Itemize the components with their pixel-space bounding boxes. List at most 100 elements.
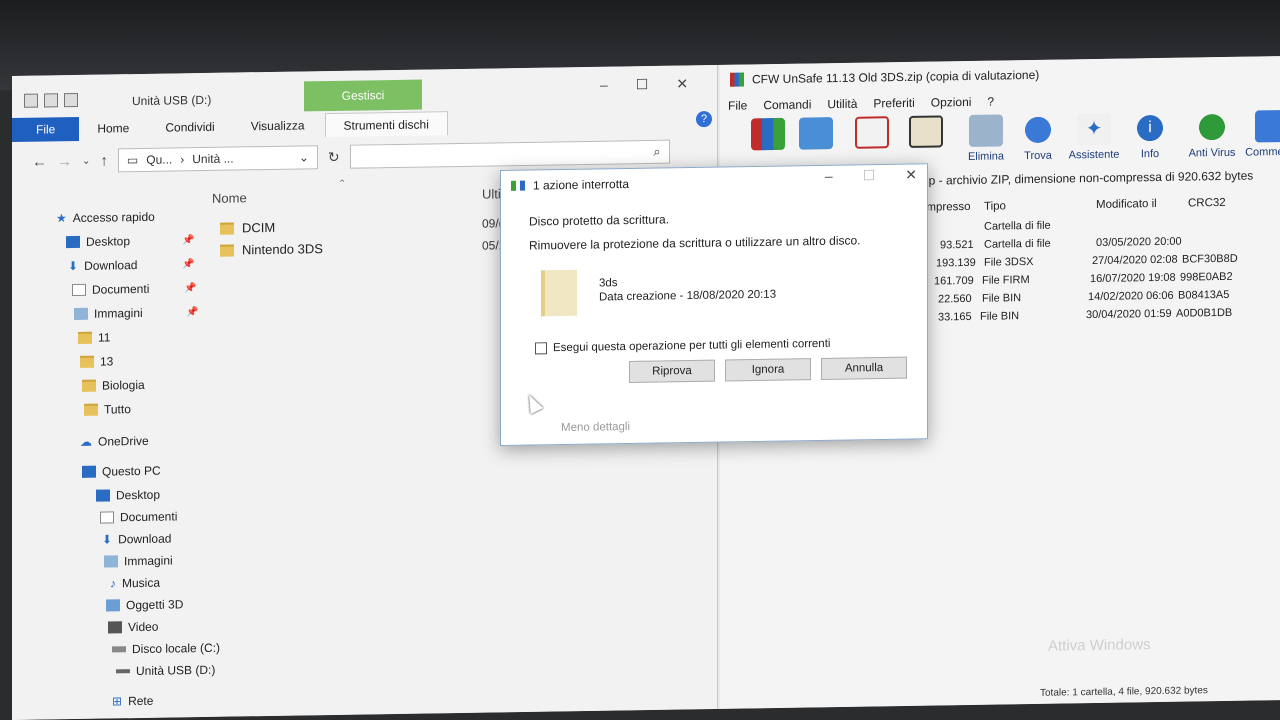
test-button[interactable] xyxy=(842,116,902,153)
item-name: 3ds xyxy=(599,277,618,290)
sidebar-item-musica[interactable]: ♪ Musica xyxy=(110,576,160,591)
tab-gestisci[interactable]: Gestisci xyxy=(304,79,422,112)
tab-file[interactable]: File xyxy=(12,116,80,142)
sidebar-item-11[interactable]: 11 xyxy=(78,330,110,345)
winrar-titlebar: CFW UnSafe 11.13 Old 3DS.zip (copia di v… xyxy=(730,68,1039,87)
pin-icon[interactable]: 📌 xyxy=(186,307,198,318)
sidebar-item-onedrive[interactable]: ☁ OneDrive xyxy=(80,434,149,449)
address-bar[interactable]: ▭ Qu... › Unità ... ⌄ xyxy=(117,145,318,173)
item-date: Data creazione - 18/08/2020 20:13 xyxy=(599,288,777,304)
activation-watermark: Attiva Windows xyxy=(1048,636,1151,655)
pictures-icon xyxy=(104,555,118,568)
menu-opzioni[interactable]: Opzioni xyxy=(931,95,972,110)
sidebar-item-unita-usb[interactable]: Unità USB (D:) xyxy=(116,663,215,679)
checkbox-icon[interactable] xyxy=(535,342,547,355)
up-arrow-icon[interactable]: ↑ xyxy=(100,152,108,169)
tab-home[interactable]: Home xyxy=(79,116,147,141)
new-folder-icon[interactable] xyxy=(64,92,78,108)
sidebar-item-biologia[interactable]: Biologia xyxy=(82,378,145,393)
star-icon: ★ xyxy=(56,211,67,226)
list-item[interactable]: DCIM xyxy=(220,220,275,236)
breadcrumb-item[interactable]: Unità ... xyxy=(192,152,233,167)
refresh-icon[interactable]: ↻ xyxy=(328,148,340,165)
sidebar-item-13[interactable]: 13 xyxy=(80,354,113,369)
menu-file[interactable]: File xyxy=(728,98,747,112)
document-icon xyxy=(100,511,114,524)
file-copy-icon xyxy=(511,180,525,191)
properties-icon[interactable] xyxy=(44,93,58,108)
column-header-name[interactable]: Nome xyxy=(212,190,247,206)
pin-icon[interactable]: 📌 xyxy=(182,235,194,246)
dialog-message: Disco protetto da scrittura. xyxy=(529,212,670,229)
sidebar-item-desktop[interactable]: Desktop xyxy=(66,234,130,249)
column-header-type[interactable]: Tipo xyxy=(984,200,1006,212)
apply-to-all-checkbox[interactable]: Esegui questa operazione per tutti gli e… xyxy=(535,338,830,355)
tab-strumenti-dischi[interactable]: Strumenti dischi xyxy=(324,111,448,138)
sidebar-item-documenti[interactable]: Documenti xyxy=(72,282,149,297)
winrar-icon xyxy=(730,72,744,87)
close-icon[interactable]: ✕ xyxy=(676,75,688,92)
sidebar-item-desktop-pc[interactable]: Desktop xyxy=(96,488,160,503)
sidebar-item-download[interactable]: ⬇ Download xyxy=(68,258,137,273)
pin-icon[interactable]: 📌 xyxy=(182,259,194,270)
sidebar-item-download-pc[interactable]: ⬇ Download xyxy=(102,531,171,546)
pin-icon[interactable]: 📌 xyxy=(184,283,196,294)
sidebar-item-questo-pc[interactable]: Questo PC xyxy=(82,464,161,479)
winrar-menubar: File Comandi Utilità Preferiti Opzioni ? xyxy=(728,95,994,113)
back-arrow-icon[interactable]: ← xyxy=(32,153,47,170)
folder-icon xyxy=(78,331,92,344)
chevron-down-icon[interactable]: ⌄ xyxy=(299,150,309,164)
search-input[interactable]: ⌕ xyxy=(349,139,670,169)
folder-icon xyxy=(220,244,234,257)
sidebar-item-documenti-pc[interactable]: Documenti xyxy=(100,509,177,524)
tab-condividi[interactable]: Condividi xyxy=(147,115,232,140)
tab-visualizza[interactable]: Visualizza xyxy=(233,113,323,138)
sidebar-item-rete[interactable]: ⊞ Rete xyxy=(112,694,153,709)
sidebar-item-tutto[interactable]: Tutto xyxy=(84,402,131,417)
maximize-icon: ☐ xyxy=(862,167,876,184)
minimize-icon[interactable]: – xyxy=(600,77,608,94)
desktop-icon xyxy=(66,235,80,249)
wizard-button[interactable]: ✦ Assistente xyxy=(1064,112,1124,162)
sidebar-item-accesso-rapido[interactable]: ★ Accesso rapido xyxy=(56,210,155,226)
retry-button[interactable]: Riprova xyxy=(629,359,715,383)
menu-comandi[interactable]: Comandi xyxy=(763,97,811,112)
breadcrumb-item[interactable]: Qu... xyxy=(146,152,172,166)
column-header-modified[interactable]: Modificato il xyxy=(1096,198,1157,211)
delete-button[interactable]: Elimina xyxy=(956,114,1016,163)
less-details-toggle[interactable]: Meno dettagli xyxy=(561,421,630,434)
help-icon[interactable]: ? xyxy=(696,111,712,128)
magnifier-icon xyxy=(1021,113,1055,147)
skip-button[interactable]: Ignora xyxy=(725,358,811,382)
sidebar-item-immagini[interactable]: Immagini xyxy=(74,306,143,321)
network-icon: ⊞ xyxy=(112,694,123,709)
comment-button[interactable]: Commenta xyxy=(1242,109,1280,159)
info-button[interactable]: i Info xyxy=(1120,111,1180,161)
view-button[interactable] xyxy=(896,115,956,152)
column-header-crc32[interactable]: CRC32 xyxy=(1188,197,1226,210)
drive-icon: ▭ xyxy=(126,153,139,168)
menu-preferiti[interactable]: Preferiti xyxy=(873,96,914,111)
desktop-icon xyxy=(96,489,110,502)
sidebar-item-video[interactable]: Video xyxy=(108,620,158,635)
sidebar-item-immagini-pc[interactable]: Immagini xyxy=(104,553,173,568)
maximize-icon[interactable]: ☐ xyxy=(636,76,649,93)
download-icon: ⬇ xyxy=(102,532,113,547)
hard-drive-icon xyxy=(112,646,126,653)
menu-utilita[interactable]: Utilità xyxy=(827,97,857,111)
menu-help[interactable]: ? xyxy=(987,95,994,109)
close-icon[interactable]: ✕ xyxy=(905,166,917,183)
column-header-modified[interactable]: Ulti xyxy=(482,186,501,201)
minimize-icon[interactable]: – xyxy=(825,168,833,185)
cancel-button[interactable]: Annulla xyxy=(821,356,907,380)
antivirus-button[interactable]: Anti Virus xyxy=(1182,110,1242,160)
folder-icon xyxy=(799,117,833,150)
sidebar-item-oggetti-3d[interactable]: Oggetti 3D xyxy=(106,597,183,612)
extract-button[interactable] xyxy=(786,117,846,154)
winrar-column-headers: ompresso Tipo Modificato il CRC32 xyxy=(920,196,1280,214)
search-icon: ⌕ xyxy=(653,143,661,159)
recent-locations-icon[interactable]: ⌄ xyxy=(82,155,90,166)
find-button[interactable]: Trova xyxy=(1008,113,1068,162)
forward-arrow-icon[interactable]: → xyxy=(57,153,72,170)
list-item[interactable]: Nintendo 3DS xyxy=(220,241,323,258)
